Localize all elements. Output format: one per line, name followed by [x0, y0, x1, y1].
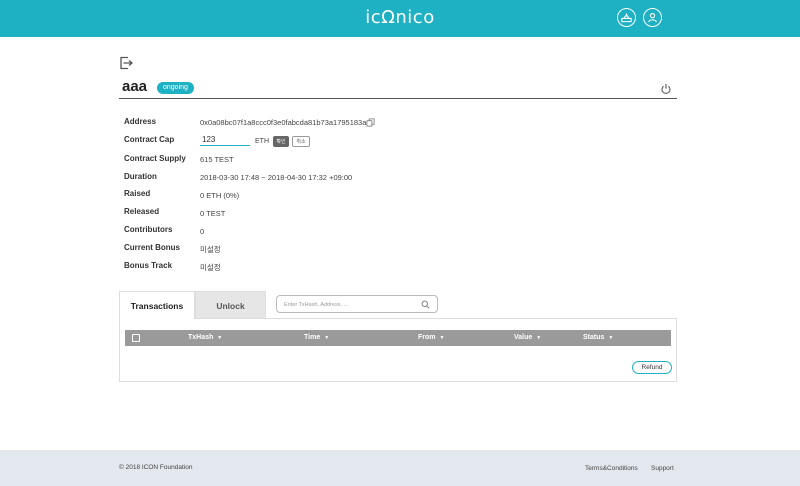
column-from[interactable]: From ▼: [418, 334, 444, 341]
contract-supply-label: Contract Supply: [124, 154, 186, 163]
transactions-panel: TxHash ▼ Time ▼ From ▼ Value ▼ Status ▼ Refun…: [119, 318, 677, 382]
user-icon[interactable]: [643, 8, 662, 27]
refund-button[interactable]: Refund: [632, 361, 672, 374]
column-value-label: Value: [514, 334, 533, 341]
tab-unlock[interactable]: Unlock: [195, 291, 266, 319]
current-bonus-label: Current Bonus: [124, 243, 180, 252]
raised-value: 0 ETH (0%): [200, 191, 240, 200]
contract-cap-label: Contract Cap: [124, 135, 175, 144]
address-label: Address: [124, 117, 157, 126]
sort-icon: ▼: [324, 335, 330, 341]
raised-label: Raised: [124, 189, 151, 198]
exit-icon[interactable]: [119, 56, 133, 70]
duration-value: 2018-03-30 17:48 ~ 2018-04-30 17:32 +09:…: [200, 173, 353, 182]
copy-icon[interactable]: [366, 118, 375, 127]
column-status[interactable]: Status ▼: [583, 334, 613, 341]
sort-icon: ▼: [217, 335, 223, 341]
column-time-label: Time: [304, 334, 321, 341]
copyright-text: © 2018 ICON Foundation: [119, 464, 193, 471]
contract-cap-input[interactable]: [200, 134, 250, 146]
duration-label: Duration: [124, 172, 157, 181]
sort-icon: ▼: [536, 335, 542, 341]
contract-supply-value: 615 TEST: [200, 155, 234, 164]
select-all-checkbox[interactable]: [132, 334, 140, 342]
current-bonus-value: 미설정: [200, 245, 221, 254]
released-label: Released: [124, 207, 160, 216]
address-value: 0x0a08bc07f1a8ccc0f3e0fabcda81b73a179518…: [200, 118, 367, 127]
support-link[interactable]: Support: [651, 465, 674, 472]
power-icon[interactable]: [660, 83, 672, 95]
column-time[interactable]: Time ▼: [304, 334, 329, 341]
column-status-label: Status: [583, 334, 605, 341]
top-bar: icΩnico: [0, 0, 800, 37]
contract-cap-unit: ETH: [255, 138, 269, 145]
confirm-button[interactable]: 확인: [273, 136, 289, 147]
terms-link[interactable]: Terms&Conditions: [585, 465, 638, 472]
contributors-value: 0: [200, 227, 205, 236]
search-input[interactable]: [284, 299, 414, 310]
title-divider: [119, 98, 677, 99]
column-from-label: From: [418, 334, 436, 341]
sort-icon: ▼: [439, 335, 445, 341]
contributors-label: Contributors: [124, 225, 173, 234]
wallet-icon[interactable]: [617, 8, 636, 27]
sort-icon: ▼: [608, 335, 614, 341]
page-title: aaa: [122, 78, 148, 95]
search-icon[interactable]: [421, 300, 430, 309]
app-logo[interactable]: icΩnico: [0, 7, 800, 28]
tab-transactions[interactable]: Transactions: [119, 291, 195, 319]
column-txhash-label: TxHash: [188, 334, 214, 341]
column-txhash[interactable]: TxHash ▼: [188, 334, 222, 341]
column-value[interactable]: Value ▼: [514, 334, 541, 341]
search-box: [276, 295, 438, 313]
table-header: TxHash ▼ Time ▼ From ▼ Value ▼ Status ▼: [125, 330, 671, 346]
bonus-track-value: 미설정: [200, 263, 221, 272]
bonus-track-label: Bonus Track: [124, 261, 173, 270]
released-value: 0 TEST: [200, 209, 226, 218]
status-badge: ongoing: [157, 82, 194, 94]
cancel-button[interactable]: 취소: [292, 136, 310, 147]
